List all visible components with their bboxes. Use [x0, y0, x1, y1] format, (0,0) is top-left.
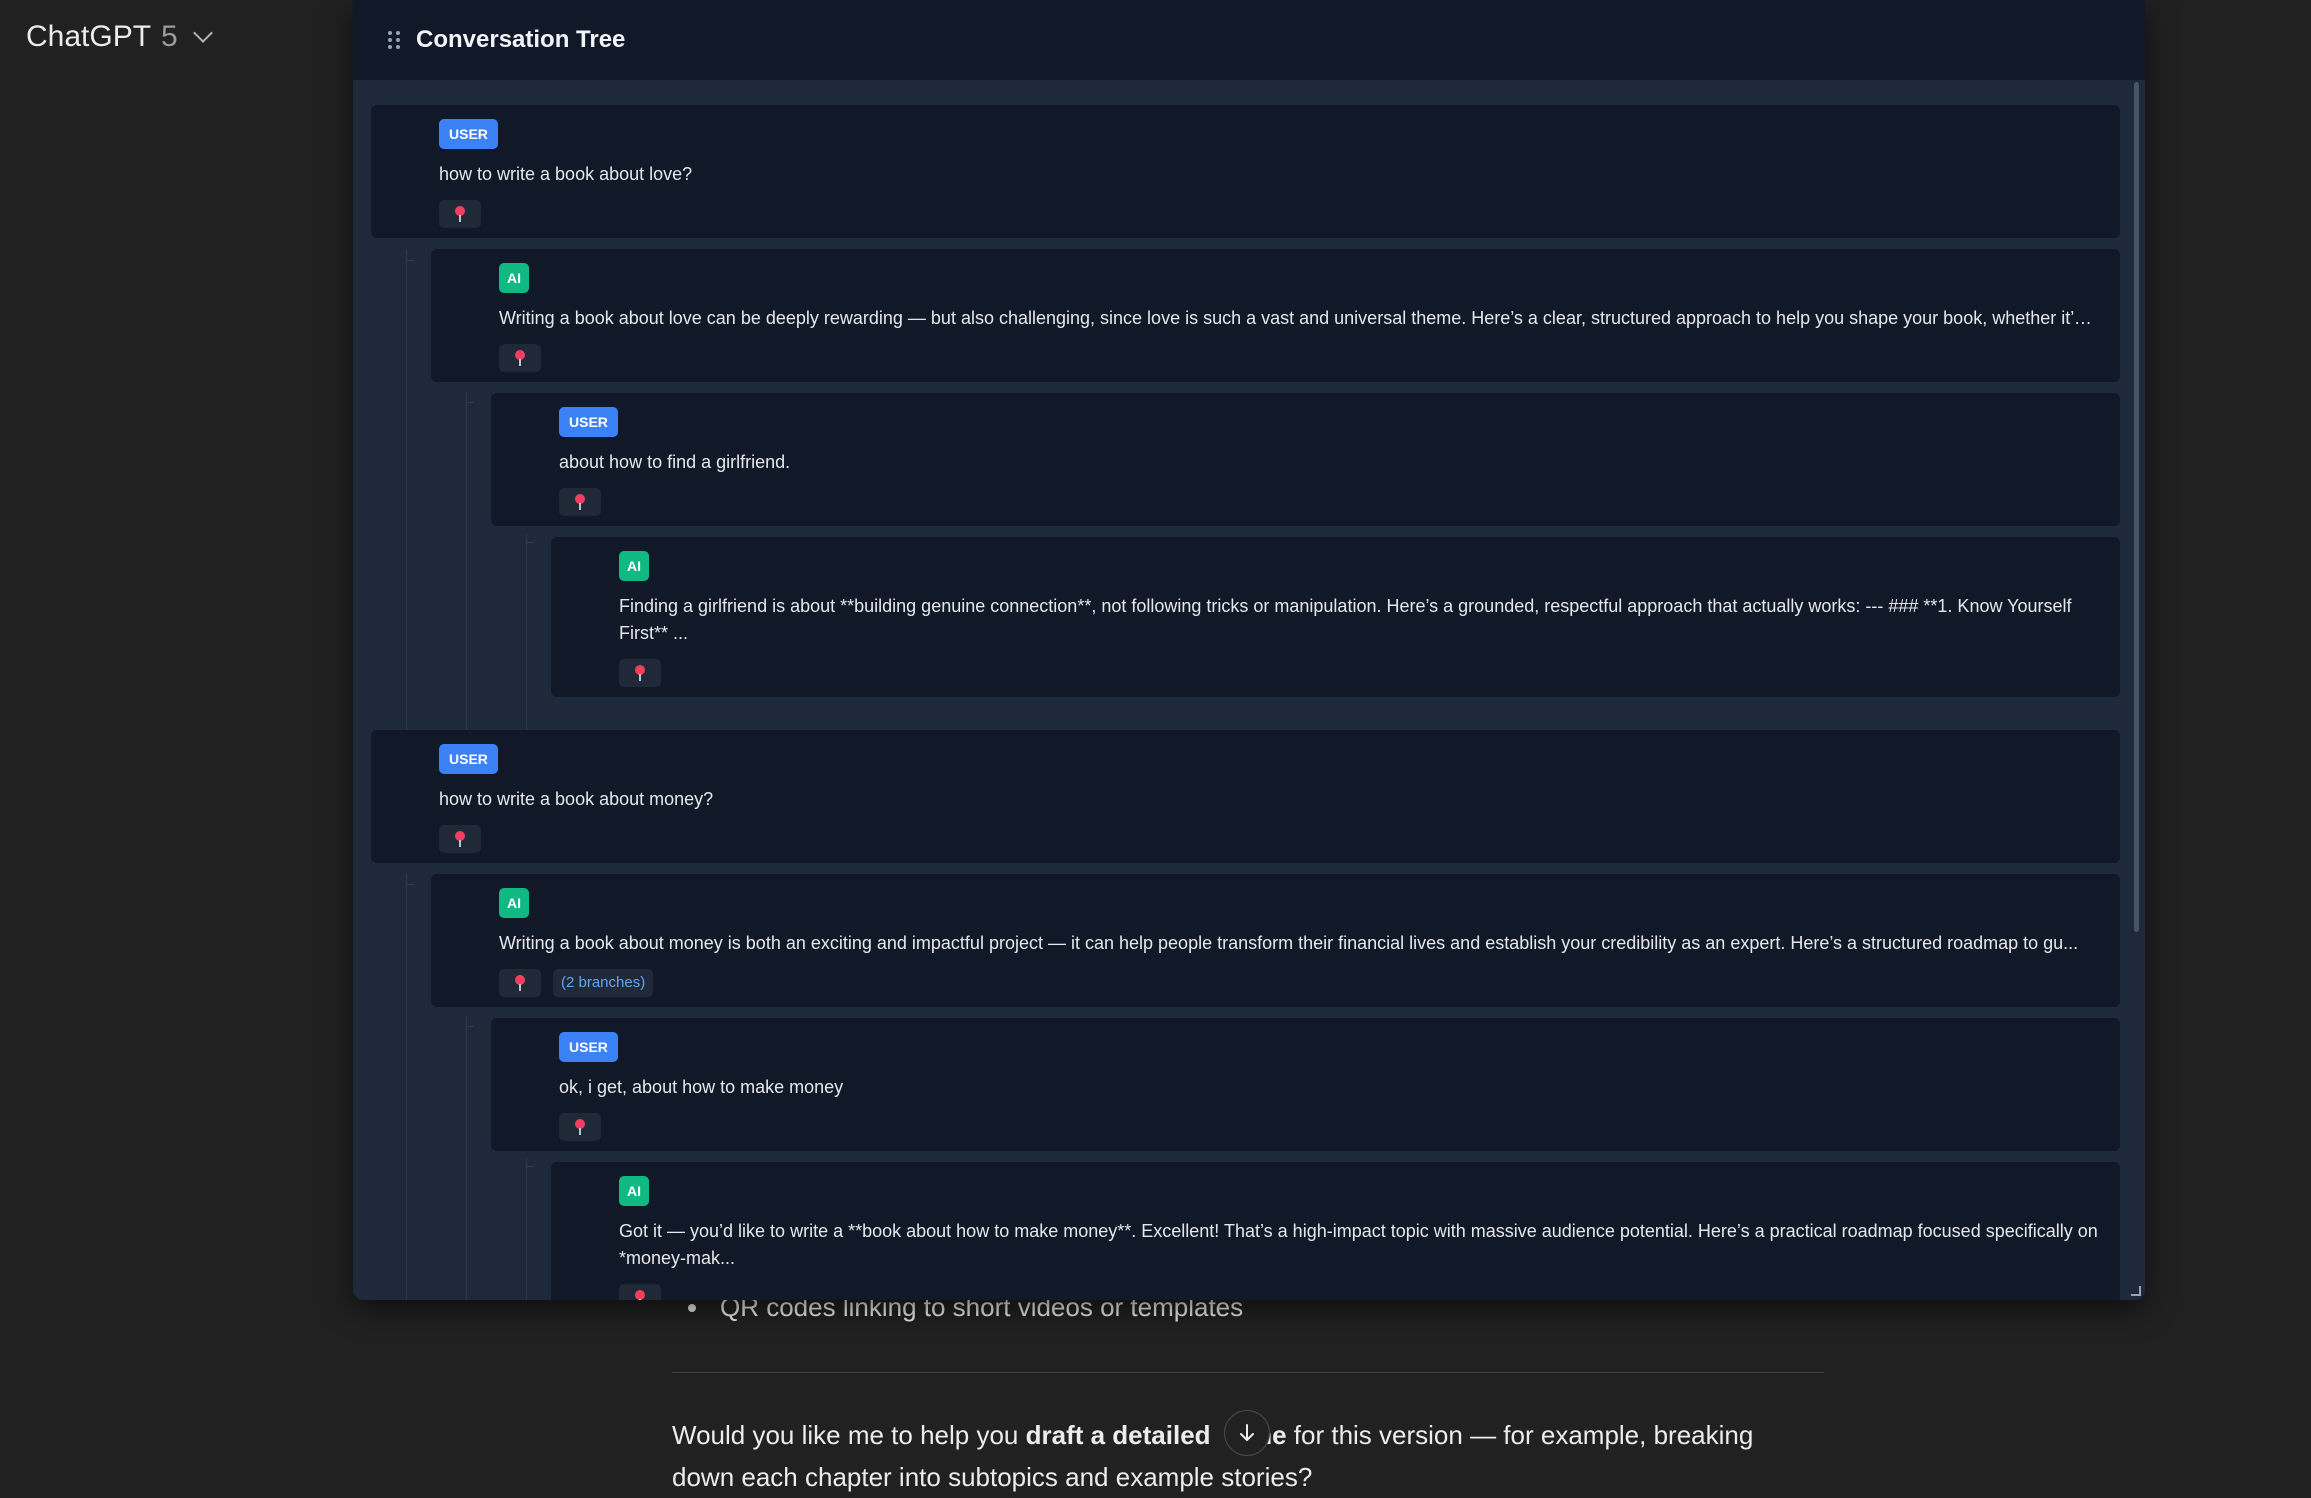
- tree-node-ai[interactable]: AI Writing a book about money is both an…: [431, 874, 2120, 1007]
- tree-node-ai[interactable]: AI Got it — you’d like to write a **book…: [551, 1162, 2120, 1300]
- pin-button[interactable]: [499, 969, 541, 997]
- user-badge: USER: [559, 407, 618, 437]
- panel-title: Conversation Tree: [416, 26, 626, 53]
- pushpin-icon: [455, 831, 465, 847]
- branches-toggle[interactable]: (2 branches): [553, 969, 654, 997]
- node-message: Got it — you’d like to write a **book ab…: [619, 1221, 2098, 1268]
- drag-handle-icon[interactable]: [388, 31, 400, 49]
- bullet-icon: [688, 1303, 696, 1312]
- tree-guide-line: [526, 1158, 527, 1300]
- tree-guide-tick: [466, 1026, 474, 1027]
- tree-guide-tick: [526, 542, 534, 543]
- tree-node-user[interactable]: USER about how to find a girlfriend.: [491, 393, 2120, 526]
- pin-button[interactable]: [619, 1284, 661, 1300]
- node-message: Finding a girlfriend is about **building…: [619, 596, 2072, 643]
- node-message: how to write a book about money?: [439, 789, 714, 809]
- user-badge: USER: [559, 1032, 618, 1062]
- ai-badge: AI: [619, 1176, 649, 1206]
- tree-node-user[interactable]: USER ok, i get, about how to make money: [491, 1018, 2120, 1151]
- conversation-tree-panel: Conversation Tree USER how to write a bo…: [353, 0, 2145, 1300]
- tree-guide-tick: [526, 1166, 534, 1167]
- pushpin-icon: [635, 665, 645, 681]
- arrow-down-icon: [1240, 1424, 1254, 1441]
- tree-guide-tick: [466, 402, 474, 403]
- model-version: 5: [161, 20, 178, 53]
- pushpin-icon: [575, 494, 585, 510]
- node-message: about how to find a girlfriend.: [559, 452, 791, 472]
- ai-badge: AI: [499, 263, 529, 293]
- node-message: Writing a book about love can be deeply …: [499, 308, 2100, 328]
- tree-guide-tick: [406, 884, 414, 885]
- para-pre: Would you like me to help you: [672, 1420, 1026, 1450]
- pin-button[interactable]: [559, 1113, 601, 1141]
- tree-node-user[interactable]: USER how to write a book about money?: [371, 730, 2120, 863]
- tree-guide-tick: [406, 260, 414, 261]
- pin-button[interactable]: [499, 344, 541, 372]
- ai-badge: AI: [499, 888, 529, 918]
- pin-button[interactable]: [439, 200, 481, 228]
- pushpin-icon: [515, 350, 525, 366]
- pushpin-icon: [635, 1290, 645, 1300]
- tree-node-ai[interactable]: AI Finding a girlfriend is about **build…: [551, 537, 2120, 697]
- user-badge: USER: [439, 119, 498, 149]
- node-message: how to write a book about love?: [439, 164, 693, 184]
- resize-handle-icon[interactable]: [2131, 1286, 2141, 1296]
- ai-badge: AI: [619, 551, 649, 581]
- panel-scrollbar[interactable]: [2134, 82, 2139, 932]
- tree-body[interactable]: USER how to write a book about love? AI …: [353, 80, 2145, 1300]
- tree-node-user[interactable]: USER how to write a book about love?: [371, 105, 2120, 238]
- tree-guide-line: [406, 874, 407, 1300]
- node-message: Writing a book about money is both an ex…: [499, 933, 2079, 953]
- tree-guide-line: [406, 250, 407, 804]
- pin-button[interactable]: [559, 488, 601, 516]
- pushpin-icon: [455, 206, 465, 222]
- pin-button[interactable]: [619, 659, 661, 687]
- user-badge: USER: [439, 744, 498, 774]
- pushpin-icon: [575, 1119, 585, 1135]
- model-name: ChatGPT: [26, 20, 152, 53]
- panel-header[interactable]: Conversation Tree: [353, 0, 2145, 80]
- tree-node-ai[interactable]: AI Writing a book about love can be deep…: [431, 249, 2120, 382]
- chat-divider: [672, 1372, 1824, 1373]
- chevron-down-icon: [192, 23, 213, 43]
- para-bold-a: draft a detailed: [1025, 1420, 1218, 1450]
- scroll-to-bottom-button[interactable]: [1224, 1410, 1270, 1456]
- pin-button[interactable]: [439, 825, 481, 853]
- node-message: ok, i get, about how to make money: [559, 1077, 844, 1097]
- pushpin-icon: [515, 975, 525, 991]
- model-switcher[interactable]: ChatGPT 5: [26, 20, 213, 54]
- tree-guide-line: [466, 1016, 467, 1300]
